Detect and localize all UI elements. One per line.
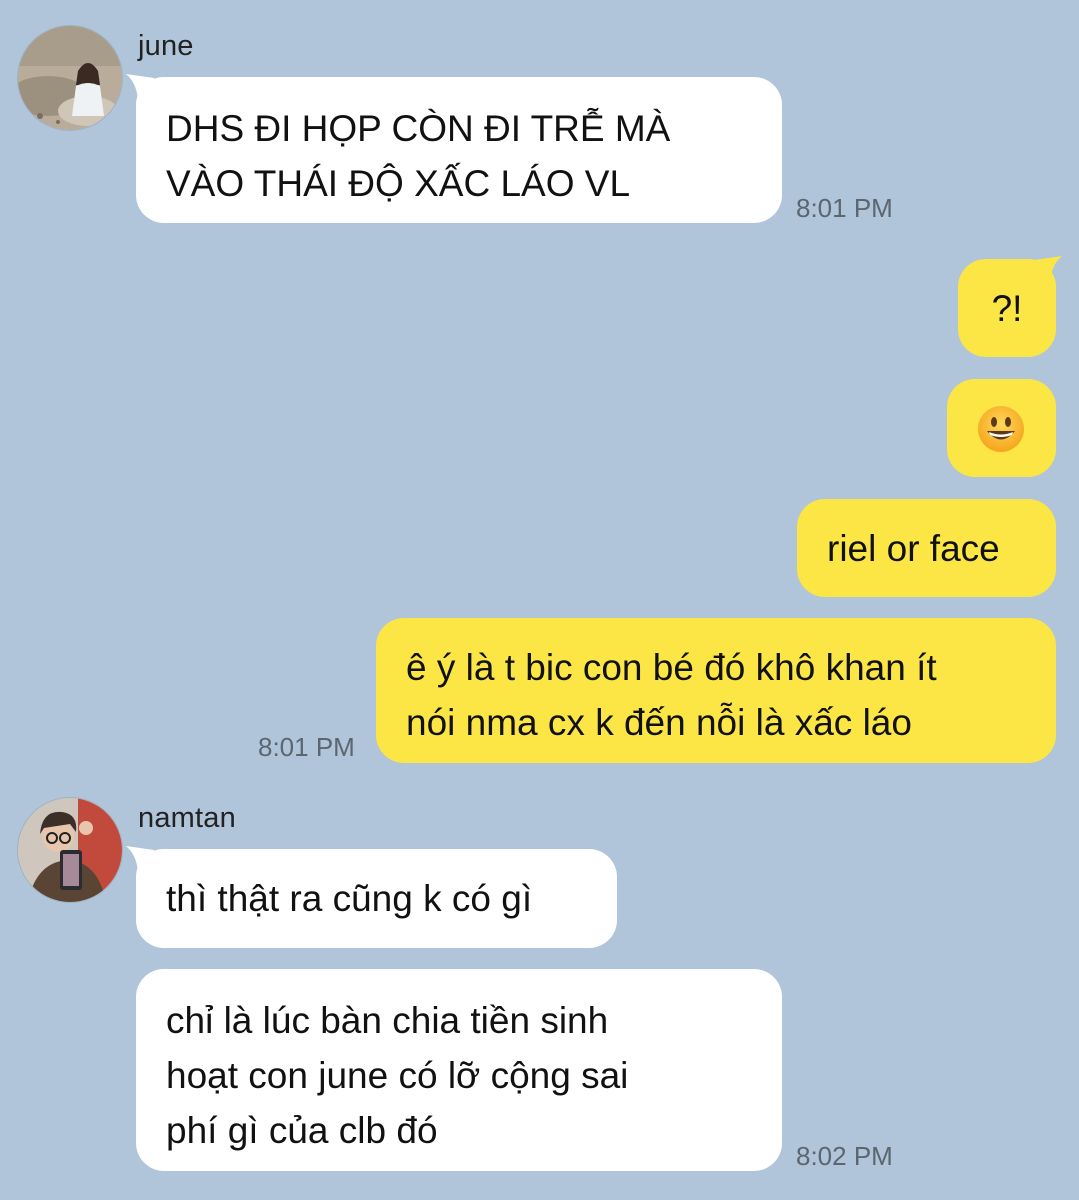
message-timestamp: 8:02 PM — [796, 1141, 893, 1171]
message-text-line: phí gì của clb đó — [166, 1110, 438, 1151]
sender-name-june: june — [138, 30, 194, 62]
message-bubble-incoming[interactable]: DHS ĐI HỌP CÒN ĐI TRỄ MÀ VÀO THÁI ĐỘ XẤC… — [136, 77, 782, 223]
message-bubble-outgoing[interactable]: ?! — [958, 259, 1056, 357]
message-bubble-outgoing[interactable] — [947, 379, 1056, 477]
message-text-line: DHS ĐI HỌP CÒN ĐI TRỄ MÀ — [166, 108, 671, 149]
message-text: thì thật ra cũng k có gì — [166, 878, 533, 919]
message-text: riel or face — [827, 528, 1000, 569]
message-text: ?! — [991, 288, 1023, 329]
message-bubble-outgoing[interactable]: riel or face — [797, 499, 1056, 597]
chat-view: june DHS ĐI HỌP CÒN ĐI TRỄ MÀ VÀO THÁI Đ… — [0, 0, 1079, 1200]
avatar-june[interactable] — [17, 25, 123, 131]
message-bubble-outgoing[interactable]: ê ý là t bic con bé đó khô khan ít nói n… — [376, 618, 1056, 763]
message-text-line: VÀO THÁI ĐỘ XẤC LÁO VL — [166, 163, 631, 204]
sender-name-namtan: namtan — [138, 802, 236, 834]
message-timestamp: 8:01 PM — [796, 193, 893, 223]
message-text-line: chỉ là lúc bàn chia tiền sinh — [166, 1000, 609, 1041]
message-bubble-incoming[interactable]: thì thật ra cũng k có gì — [136, 849, 617, 948]
message-text-line: ê ý là t bic con bé đó khô khan ít — [406, 647, 937, 688]
message-text-line: hoạt con june có lỡ cộng sai — [166, 1055, 629, 1096]
message-text-line: nói nma cx k đến nỗi là xấc láo — [406, 702, 912, 743]
avatar-photo-namtan — [18, 798, 122, 902]
message-bubble-incoming[interactable]: chỉ là lúc bàn chia tiền sinh hoạt con j… — [136, 969, 782, 1171]
avatar-namtan[interactable] — [17, 797, 123, 903]
avatar-photo-june — [18, 26, 122, 130]
grinning-face-emoji-icon — [978, 406, 1024, 452]
message-timestamp: 8:01 PM — [258, 732, 355, 762]
